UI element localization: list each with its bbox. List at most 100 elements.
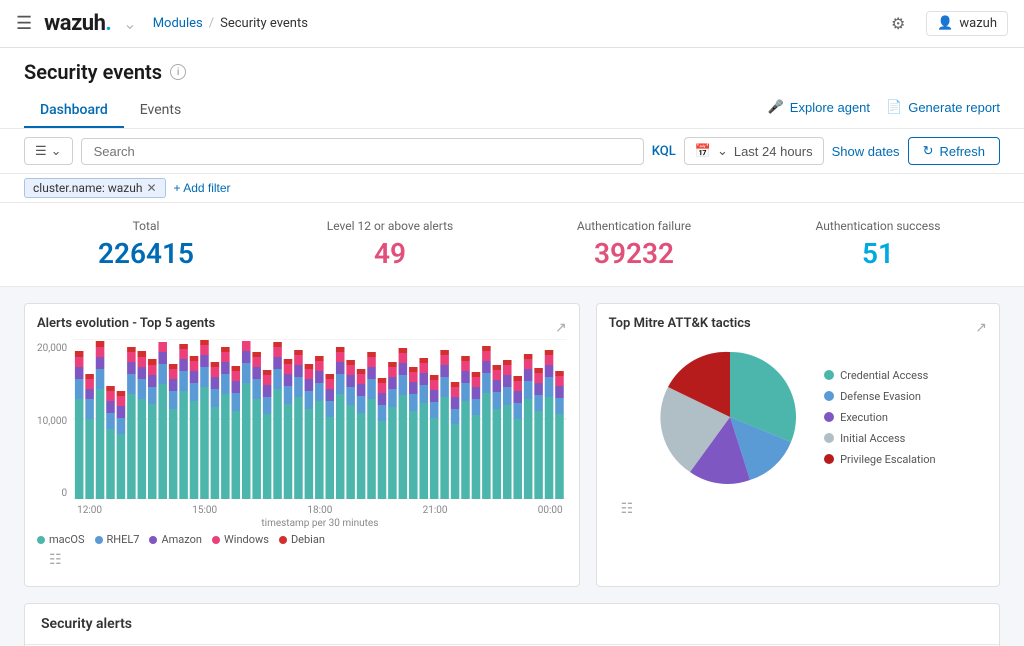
pie-chart-card: Top Mitre ATT&K tactics ↗ bbox=[596, 303, 1000, 587]
filter-tags-row: cluster.name: wazuh ✕ + Add filter bbox=[0, 174, 1024, 203]
pie-chart-title: Top Mitre ATT&K tactics bbox=[609, 316, 751, 331]
chevron-down-icon-time: ⌄ bbox=[717, 143, 728, 159]
bar-chart-plot: 12:00 15:00 18:00 21:00 00:00 timestamp … bbox=[73, 339, 567, 529]
x-label-4: 21:00 bbox=[423, 505, 448, 516]
filter-button[interactable]: ☰ ⌄ bbox=[24, 137, 73, 165]
pie-legend-execution-label: Execution bbox=[840, 411, 888, 424]
y-axis: 20,000 10,000 0 bbox=[37, 339, 73, 499]
legend-debian-label: Debian bbox=[291, 533, 325, 546]
chevron-down-icon-filter: ⌄ bbox=[51, 143, 62, 159]
add-filter-button[interactable]: + Add filter bbox=[174, 181, 231, 195]
waveform-icon: 🎤 bbox=[768, 99, 784, 115]
legend-amazon: Amazon bbox=[149, 533, 202, 546]
x-label-1: 12:00 bbox=[77, 505, 102, 516]
page-title-row: Security events i bbox=[24, 60, 1000, 84]
breadcrumb-modules[interactable]: Modules bbox=[153, 16, 203, 31]
generate-report-label: Generate report bbox=[908, 100, 1000, 115]
legend-debian: Debian bbox=[279, 533, 325, 546]
content-wrapper: Security events i Dashboard Events 🎤 Exp… bbox=[0, 48, 1024, 646]
show-dates-button[interactable]: Show dates bbox=[832, 144, 900, 159]
logo: wazuh. bbox=[44, 11, 111, 36]
legend-windows-dot bbox=[212, 536, 220, 544]
bar-chart-header: Alerts evolution - Top 5 agents ↗ bbox=[37, 316, 567, 339]
tabs: Dashboard Events bbox=[24, 94, 197, 128]
settings-icon-button[interactable]: ⚙ bbox=[882, 8, 914, 40]
page-header: Security events i Dashboard Events 🎤 Exp… bbox=[0, 48, 1024, 129]
user-icon: 👤 bbox=[937, 16, 953, 31]
x-label-3: 18:00 bbox=[307, 505, 332, 516]
refresh-icon: ↻ bbox=[923, 143, 934, 159]
pie-chart-expand-icon[interactable]: ↗ bbox=[975, 320, 987, 336]
top-navigation: ☰ wazuh. ⌄ Modules / Security events ⚙ 👤… bbox=[0, 0, 1024, 48]
charts-area: Alerts evolution - Top 5 agents ↗ 20,000… bbox=[0, 287, 1024, 603]
y-label-top: 20,000 bbox=[37, 343, 67, 354]
pie-legend-initial-label: Initial Access bbox=[840, 432, 905, 445]
nav-right: ⚙ 👤 wazuh bbox=[882, 8, 1008, 40]
y-label-bot: 0 bbox=[61, 488, 67, 499]
stat-level12: Level 12 or above alerts 49 bbox=[268, 219, 512, 270]
filter-tag-label: cluster.name: wazuh bbox=[33, 181, 142, 195]
tab-dashboard[interactable]: Dashboard bbox=[24, 94, 124, 128]
stat-auth-failure-label: Authentication failure bbox=[512, 219, 756, 233]
breadcrumb-separator: / bbox=[209, 16, 214, 31]
bar-chart-footer: ☷ bbox=[37, 546, 567, 574]
legend-amazon-label: Amazon bbox=[161, 533, 202, 546]
pie-legend-defense-label: Defense Evasion bbox=[840, 390, 921, 403]
pie-legend-execution-dot bbox=[824, 412, 834, 422]
stat-auth-success: Authentication success 51 bbox=[756, 219, 1000, 270]
x-axis-labels: 12:00 15:00 18:00 21:00 00:00 bbox=[73, 505, 567, 516]
pie-legend: Credential Access Defense Evasion Execut… bbox=[824, 369, 936, 466]
info-icon[interactable]: i bbox=[170, 64, 186, 80]
x-label-2: 15:00 bbox=[192, 505, 217, 516]
pie-chart-table-icon[interactable]: ☷ bbox=[621, 501, 634, 517]
user-label: wazuh bbox=[959, 16, 997, 31]
stat-level12-value: 49 bbox=[268, 237, 512, 270]
legend-macos-label: macOS bbox=[49, 533, 85, 546]
pie-legend-defense: Defense Evasion bbox=[824, 390, 936, 403]
pie-legend-privilege-dot bbox=[824, 454, 834, 464]
explore-agent-button[interactable]: 🎤 Explore agent bbox=[768, 99, 870, 115]
pie-legend-execution: Execution bbox=[824, 411, 936, 424]
search-input[interactable] bbox=[81, 138, 644, 165]
legend-debian-dot bbox=[279, 536, 287, 544]
stat-total-label: Total bbox=[24, 219, 268, 233]
refresh-button[interactable]: ↻ Refresh bbox=[908, 137, 1000, 165]
filter-tag-remove[interactable]: ✕ bbox=[146, 181, 156, 195]
refresh-label: Refresh bbox=[939, 144, 985, 159]
stat-level12-label: Level 12 or above alerts bbox=[268, 219, 512, 233]
tab-events[interactable]: Events bbox=[124, 94, 197, 128]
chevron-down-icon[interactable]: ⌄ bbox=[123, 14, 136, 33]
kql-badge[interactable]: KQL bbox=[652, 144, 676, 159]
legend-macos-dot bbox=[37, 536, 45, 544]
stat-auth-success-value: 51 bbox=[756, 237, 1000, 270]
bar-chart-expand-icon[interactable]: ↗ bbox=[555, 320, 567, 336]
pie-chart-header: Top Mitre ATT&K tactics ↗ bbox=[609, 316, 987, 339]
pie-legend-credential: Credential Access bbox=[824, 369, 936, 382]
legend-amazon-dot bbox=[149, 536, 157, 544]
stat-total-value: 226415 bbox=[24, 237, 268, 270]
stat-auth-failure: Authentication failure 39232 bbox=[512, 219, 756, 270]
pie-legend-credential-dot bbox=[824, 370, 834, 380]
pie-legend-initial: Initial Access bbox=[824, 432, 936, 445]
breadcrumb: Modules / Security events bbox=[153, 16, 308, 31]
legend-windows: Windows bbox=[212, 533, 269, 546]
generate-report-button[interactable]: 📄 Generate report bbox=[886, 99, 1000, 115]
bar-chart-table-icon[interactable]: ☷ bbox=[49, 552, 62, 568]
filter-tag: cluster.name: wazuh ✕ bbox=[24, 178, 166, 198]
y-label-mid: 10,000 bbox=[37, 416, 67, 427]
bar-chart-body: 20,000 10,000 0 bbox=[37, 339, 567, 529]
x-axis-label: timestamp per 30 minutes bbox=[73, 518, 567, 529]
stat-total: Total 226415 bbox=[24, 219, 268, 270]
x-label-5: 00:00 bbox=[538, 505, 563, 516]
time-filter-button[interactable]: 📅 ⌄ Last 24 hours bbox=[684, 137, 824, 165]
pie-legend-privilege: Privilege Escalation bbox=[824, 453, 936, 466]
user-menu[interactable]: 👤 wazuh bbox=[926, 11, 1008, 36]
calendar-icon: 📅 bbox=[695, 143, 711, 159]
menu-icon[interactable]: ☰ bbox=[16, 13, 32, 34]
time-label: Last 24 hours bbox=[734, 144, 813, 159]
legend-rhel7-dot bbox=[95, 536, 103, 544]
table-title: Security alerts bbox=[25, 604, 999, 645]
pie-legend-initial-dot bbox=[824, 433, 834, 443]
stats-row: Total 226415 Level 12 or above alerts 49… bbox=[0, 203, 1024, 287]
breadcrumb-current: Security events bbox=[220, 16, 308, 31]
